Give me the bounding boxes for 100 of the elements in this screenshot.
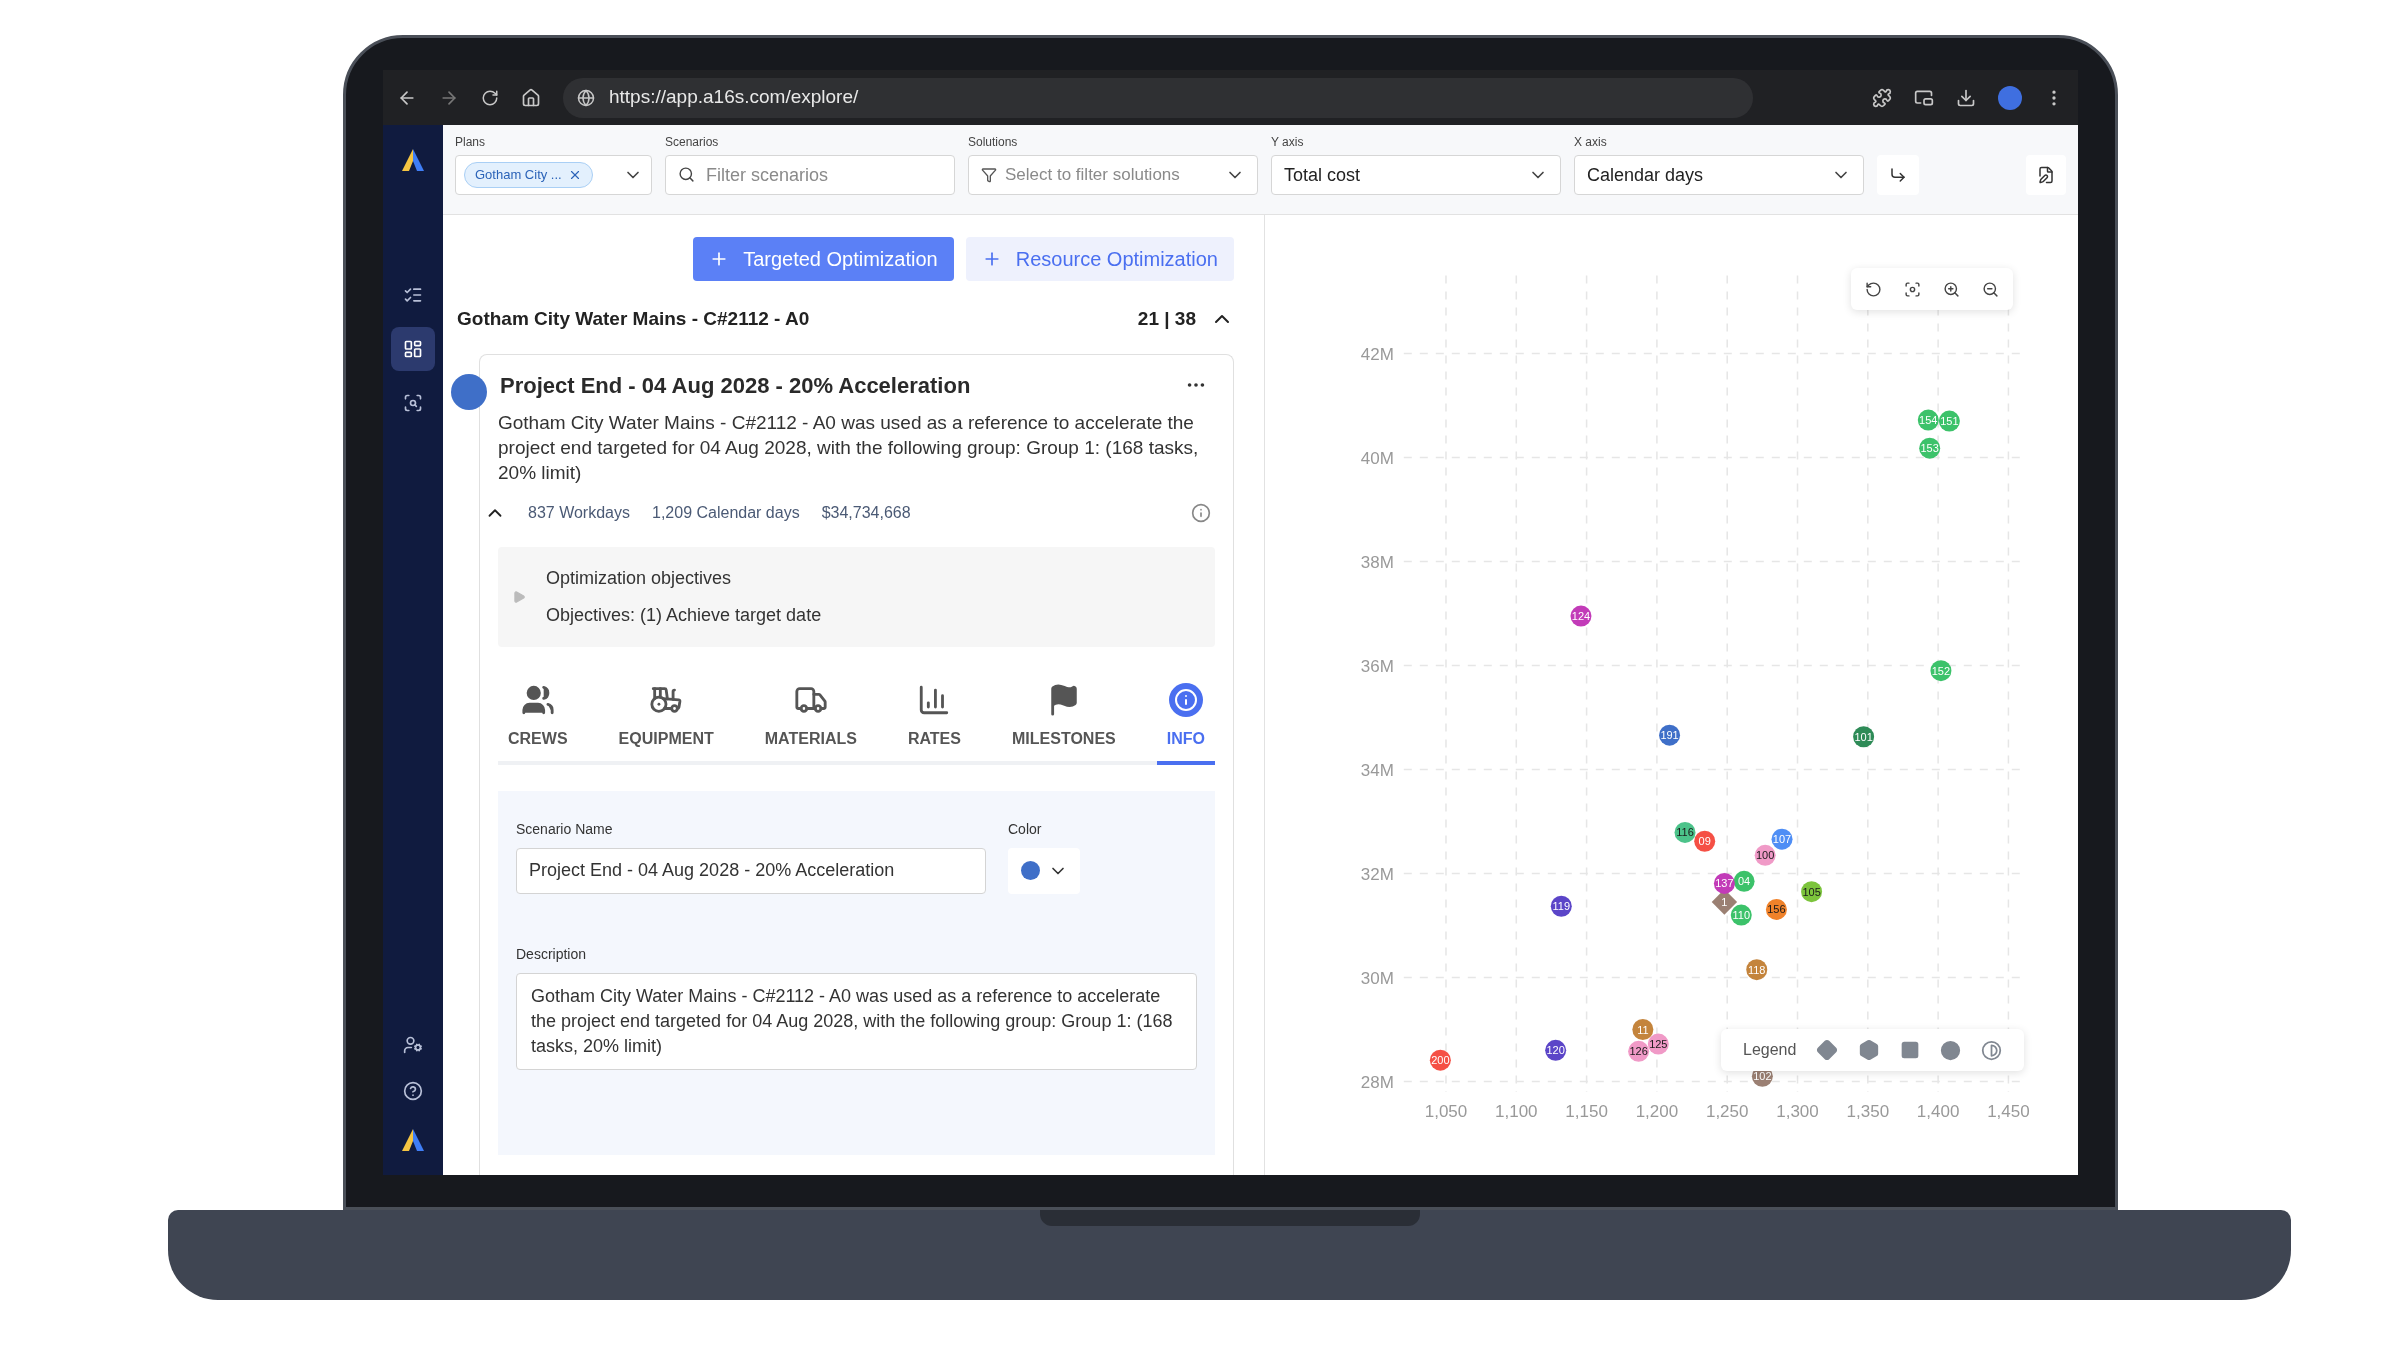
scenario-description: Gotham City Water Mains - C#2112 - A0 was used as a reference to accelerate the project end targeted for 04 Aug 2028, with the following group: Group 1: (168 tasks, 20% limit) (498, 410, 1200, 485)
objectives-panel[interactable]: Optimization objectives Objectives: (1) Achieve target date (498, 546, 1215, 647)
field-label: Scenario Name (516, 819, 614, 839)
x-tick-label: 1,200 (1635, 1102, 1679, 1121)
zoom-out-icon[interactable] (1982, 280, 1999, 298)
color-select[interactable] (1008, 847, 1080, 894)
data-point[interactable]: 126 (1628, 1040, 1650, 1062)
scenarios-search-field[interactable]: Filter scenarios (665, 155, 955, 195)
resource-tab[interactable]: RATES (897, 682, 971, 765)
data-point[interactable]: 11 (1632, 1019, 1654, 1040)
file-edit-icon (2037, 166, 2055, 184)
solutions-select[interactable]: Select to filter solutions (968, 155, 1258, 195)
y-tick-label: 40M (1360, 448, 1394, 468)
y-tick-label: 38M (1360, 552, 1394, 572)
data-point[interactable]: 124 (1570, 605, 1592, 627)
reset-icon[interactable] (1865, 280, 1882, 298)
data-point[interactable]: 101 (1853, 726, 1875, 748)
x-tick-label: 1,150 (1565, 1102, 1608, 1121)
x-tick-label: 1,350 (1846, 1102, 1890, 1121)
x-tick-label: 1,100 (1495, 1102, 1538, 1121)
resource-tab[interactable]: MILESTONES (1002, 682, 1126, 765)
data-point[interactable]: 119 (1550, 895, 1572, 917)
data-point[interactable]: 09 (1694, 830, 1716, 852)
filter-label: Scenarios (665, 134, 720, 151)
search-icon (678, 166, 695, 183)
triangle-icon (512, 589, 526, 604)
search-chart-icon (403, 393, 423, 413)
globe-icon (577, 88, 595, 107)
half-circle-icon (1981, 1039, 2003, 1061)
resource-tab[interactable]: EQUIPMENT (608, 682, 724, 765)
resource-tab[interactable]: MATERIALS (754, 682, 867, 765)
x-tick-label: 1,250 (1705, 1102, 1749, 1121)
data-point[interactable]: 200 (1429, 1049, 1451, 1071)
data-point[interactable]: 116 (1674, 821, 1696, 843)
field-label: Color (1008, 819, 1043, 839)
legend-label: Legend (1743, 1040, 1797, 1060)
y-tick-label: 36M (1360, 656, 1394, 676)
y-tick-label: 30M (1360, 968, 1394, 988)
x-tick-label: 1,400 (1916, 1102, 1960, 1121)
diamond-icon (1816, 1039, 1839, 1061)
home-icon[interactable] (521, 87, 541, 108)
y-axis-select[interactable]: Total cost (1271, 155, 1561, 195)
y-tick-label: 42M (1360, 344, 1394, 364)
data-point[interactable]: 137 (1713, 872, 1735, 894)
x-tick-label: 1,450 (1987, 1102, 2030, 1121)
stat-text: 1,209 Calendar days (652, 502, 800, 523)
stat-text: 837 Workdays (528, 502, 630, 523)
dashboard-icon (403, 339, 423, 359)
filter-icon (981, 167, 997, 183)
data-point[interactable]: 156 (1765, 898, 1787, 920)
user-settings-icon[interactable] (403, 1035, 423, 1055)
info-icon[interactable] (1191, 502, 1211, 523)
zoom-in-icon[interactable] (1943, 280, 1960, 298)
hexagon-icon (1858, 1039, 1881, 1061)
avatar[interactable] (1998, 85, 2022, 110)
help-icon[interactable] (403, 1081, 423, 1101)
x-tick-label: 1,050 (1424, 1102, 1468, 1121)
optimization-button[interactable]: Resource Optimization (965, 237, 1234, 281)
plans-select[interactable]: Gotham City ... (455, 155, 652, 195)
objectives-text: Objectives: (1) Achieve target date (546, 603, 822, 627)
data-point[interactable]: 107 (1771, 828, 1793, 850)
square-icon (1900, 1040, 1921, 1060)
data-point[interactable]: 120 (1545, 1039, 1567, 1061)
y-tick-label: 32M (1360, 864, 1394, 884)
url-text: https://app.a16s.com/explore/ (609, 85, 859, 110)
data-point[interactable]: 191 (1659, 724, 1681, 746)
corner-arrow-icon (1889, 166, 1907, 184)
sidebar-item[interactable] (391, 327, 435, 371)
filter-label: Y axis (1271, 134, 1305, 151)
notes-button[interactable] (2026, 155, 2066, 195)
x-axis-select[interactable]: Calendar days (1574, 155, 1864, 195)
filter-label: Solutions (968, 134, 1019, 151)
puzzle-icon[interactable] (1872, 87, 1892, 108)
data-point[interactable]: 100 (1754, 844, 1776, 866)
y-tick-label: 34M (1360, 760, 1394, 780)
reload-icon[interactable] (481, 88, 499, 107)
resource-tab[interactable]: CREWS (498, 682, 578, 765)
info-icon (1168, 682, 1203, 717)
y-tick-label: 28M (1360, 1072, 1394, 1092)
data-point[interactable]: 118 (1746, 959, 1768, 981)
data-point[interactable]: 105 (1801, 881, 1823, 903)
plan-chip[interactable]: Gotham City ... (464, 162, 593, 188)
stat-text: $34,734,668 (821, 502, 911, 523)
download-icon[interactable] (1956, 87, 1976, 108)
data-point[interactable]: 125 (1647, 1033, 1669, 1055)
optimization-button[interactable]: Targeted Optimization (693, 237, 954, 281)
scenario-name-field[interactable]: Project End - 04 Aug 2028 - 20% Acceleration (516, 847, 986, 894)
scenario-count: 21 | 38 (1137, 307, 1196, 331)
description-field[interactable]: Gotham City Water Mains - C#2112 - A0 was used as a reference to accelerate the project end targeted for 04 Aug 2028, with the following group: Group 1: (168 tasks, 20% limit) (516, 972, 1197, 1070)
field-label: Description (516, 944, 588, 964)
address-bar[interactable]: https://app.a16s.com/explore/ (563, 77, 1753, 118)
resource-tab[interactable]: INFO (1156, 682, 1215, 765)
fit-view-icon[interactable] (1904, 280, 1921, 298)
filter-label: X axis (1574, 134, 1608, 151)
objectives-title: Optimization objectives (546, 566, 733, 590)
filter-label: Plans (455, 134, 487, 151)
logo-icon (400, 147, 426, 173)
scenario-title: Project End - 04 Aug 2028 - 20% Acceleration (500, 371, 971, 400)
checklist-icon (403, 285, 423, 305)
swap-axes-button[interactable] (1877, 155, 1919, 195)
